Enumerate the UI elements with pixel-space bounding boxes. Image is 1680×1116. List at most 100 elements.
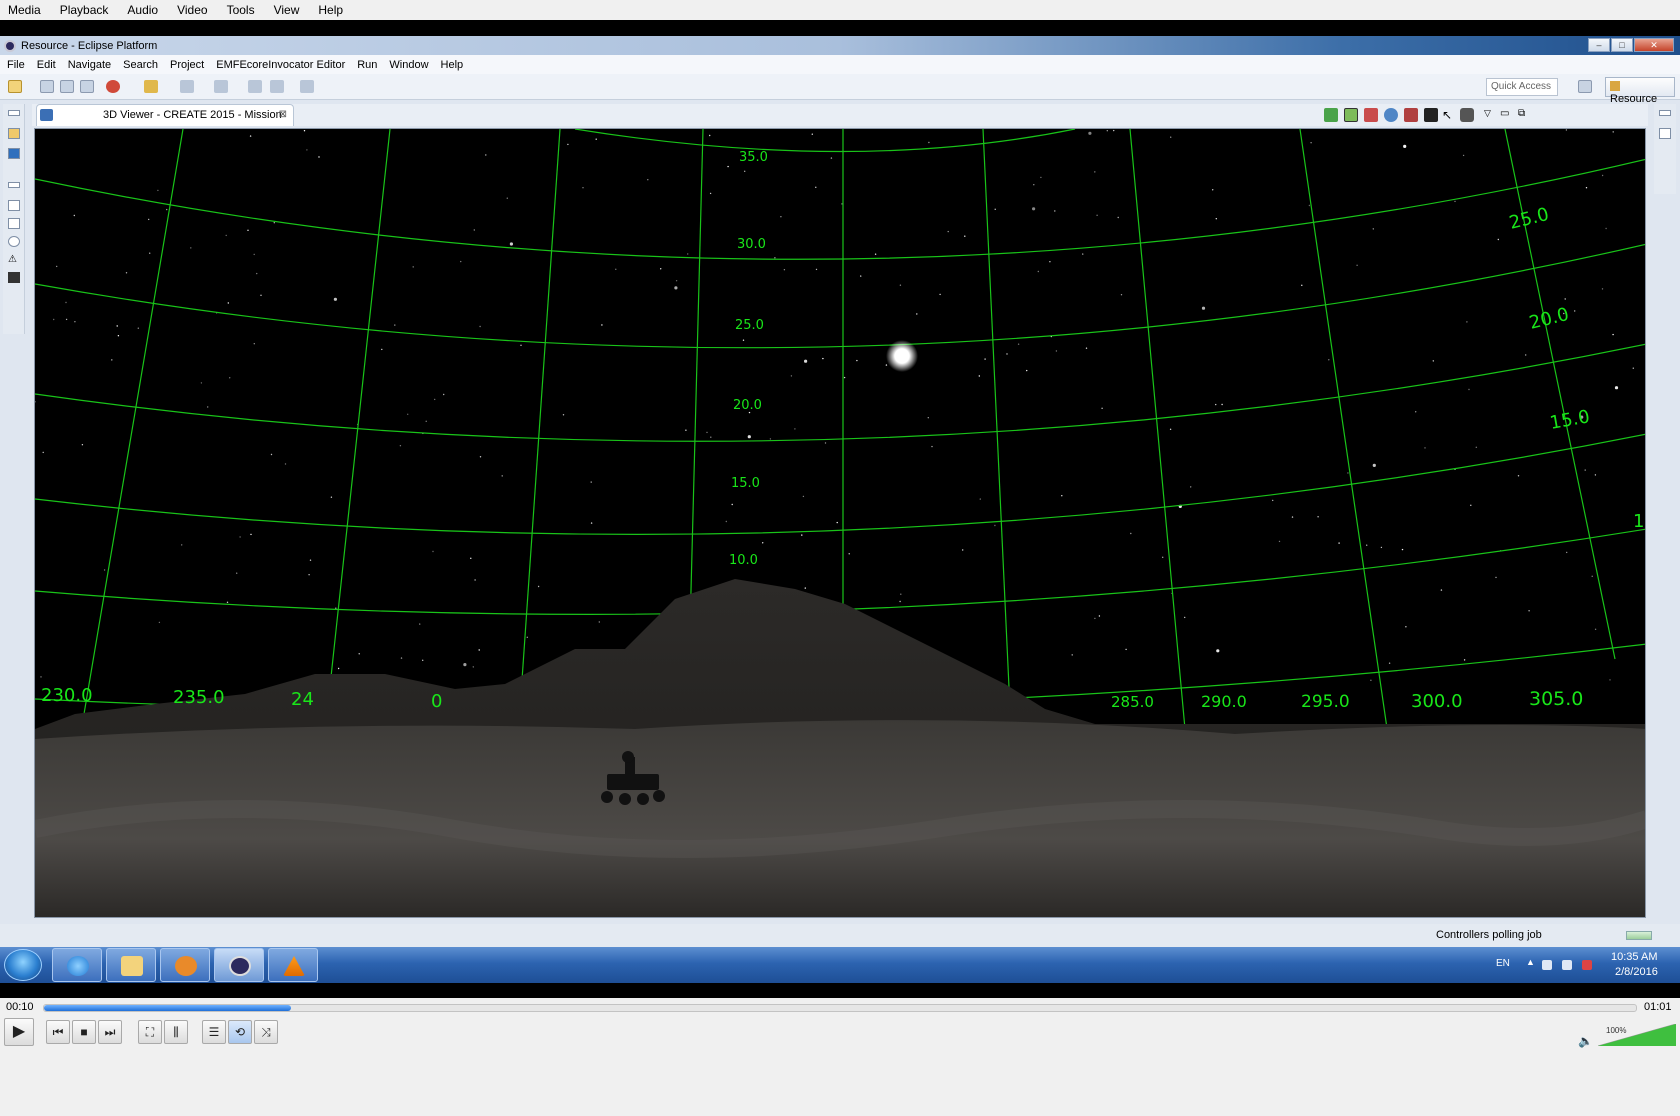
star (674, 286, 678, 290)
job-progress-icon[interactable] (1626, 931, 1652, 940)
star (40, 676, 42, 678)
volume-slider[interactable] (1598, 1024, 1676, 1046)
print-icon[interactable] (80, 80, 94, 93)
menu-search[interactable]: Search (123, 59, 158, 71)
vlc-menu-help[interactable]: Help (318, 3, 343, 17)
star (1574, 310, 1576, 312)
star (824, 442, 827, 444)
quick-access-field[interactable]: Quick Access (1486, 78, 1558, 96)
minimize-button[interactable]: – (1588, 38, 1610, 52)
grid-toggle-icon[interactable] (1404, 108, 1418, 122)
menu-window[interactable]: Window (389, 59, 428, 71)
restore-icon[interactable] (8, 110, 20, 116)
terminal-icon[interactable] (1424, 108, 1438, 122)
last-edit-icon[interactable] (248, 80, 262, 93)
save-all-icon[interactable] (60, 80, 74, 93)
menu-help[interactable]: Help (441, 59, 464, 71)
star (1169, 428, 1172, 430)
shuffle-button[interactable]: ⤨ (254, 1020, 278, 1044)
taskbar-file-explorer[interactable] (106, 948, 156, 982)
star (1632, 367, 1635, 369)
menu-navigate[interactable]: Navigate (68, 59, 111, 71)
extended-settings-button[interactable]: ⫼ (164, 1020, 188, 1044)
star (1272, 499, 1274, 502)
save-icon[interactable] (40, 80, 54, 93)
vlc-menu-audio[interactable]: Audio (127, 3, 158, 17)
project-explorer-icon[interactable] (8, 128, 20, 139)
star (506, 197, 508, 199)
vlc-menu-video[interactable]: Video (177, 3, 207, 17)
clock-date[interactable]: 2/8/2016 (1615, 966, 1658, 978)
tab-3d-viewer[interactable]: 3D Viewer - CREATE 2015 - Mission ⊠ (36, 104, 294, 126)
star (762, 542, 764, 544)
menu-project[interactable]: Project (170, 59, 204, 71)
new-icon[interactable] (8, 80, 22, 93)
network-icon[interactable] (1562, 960, 1572, 970)
vlc-menu-playback[interactable]: Playback (60, 3, 109, 17)
stop-button[interactable]: ■ (72, 1020, 96, 1044)
progress-icon[interactable] (8, 236, 20, 247)
vlc-menu-tools[interactable]: Tools (227, 3, 255, 17)
taskbar-eclipse[interactable] (214, 948, 264, 982)
outline-icon[interactable] (8, 148, 20, 159)
tree-view-icon[interactable] (8, 200, 20, 211)
taskbar-internet-explorer[interactable] (52, 948, 102, 982)
previous-button[interactable]: ⏮ (46, 1020, 70, 1044)
perspective-resource-button[interactable]: Resource (1605, 77, 1675, 105)
hierarchy-icon[interactable] (8, 272, 20, 283)
playlist-button[interactable]: ☰ (202, 1020, 226, 1044)
status-job-text: Controllers polling job (1436, 929, 1542, 941)
zoom-icon[interactable] (1384, 108, 1398, 122)
tasks-icon[interactable] (1659, 128, 1671, 139)
sync-icon[interactable] (1324, 108, 1338, 122)
vlc-menu-media[interactable]: Media (8, 3, 41, 17)
maximize-view-icon[interactable]: ⧉ (1518, 108, 1532, 122)
menu-file[interactable]: File (7, 59, 25, 71)
restore-icon[interactable] (8, 182, 20, 188)
3d-viewer-canvas[interactable]: 35.0 30.0 25.0 20.0 15.0 10.0 25.0 20.0 … (34, 128, 1646, 918)
problems-icon[interactable]: ⚠ (8, 254, 20, 265)
star (1094, 617, 1096, 620)
camera-icon[interactable] (1460, 108, 1474, 122)
vlc-menu-view[interactable]: View (274, 3, 300, 17)
menu-emfecoreinvocator-editor[interactable]: EMFEcoreInvocator Editor (216, 59, 345, 71)
language-indicator[interactable]: EN (1496, 958, 1510, 969)
properties-icon[interactable] (8, 218, 20, 229)
loop-button[interactable]: ⟲ (228, 1020, 252, 1044)
view-menu-icon[interactable]: ▽ (1484, 108, 1498, 122)
maximize-button[interactable]: □ (1611, 38, 1633, 52)
volume-muted-icon[interactable] (1582, 960, 1592, 970)
taskbar-media-player[interactable] (160, 948, 210, 982)
start-button[interactable] (4, 949, 42, 981)
chart-icon[interactable] (1364, 108, 1378, 122)
menu-run[interactable]: Run (357, 59, 377, 71)
show-hidden-icons-icon[interactable]: ▲ (1526, 957, 1535, 967)
seek-bar[interactable] (43, 1004, 1637, 1012)
menu-edit[interactable]: Edit (37, 59, 56, 71)
restore-icon[interactable] (1659, 110, 1671, 116)
speaker-icon[interactable]: 🔈 (1578, 1034, 1593, 1048)
star (1470, 504, 1472, 506)
run-icon[interactable] (106, 80, 120, 93)
next-annotation-icon[interactable] (180, 80, 194, 93)
star (260, 294, 262, 296)
fullscreen-button[interactable]: ⛶ (138, 1020, 162, 1044)
star (1594, 474, 1597, 476)
action-center-icon[interactable] (1542, 960, 1552, 970)
play-button[interactable]: ▶ (4, 1018, 34, 1046)
cursor-icon[interactable]: ↖ (1442, 108, 1456, 122)
clock-time[interactable]: 10:35 AM (1611, 951, 1657, 963)
next-button[interactable]: ⏭ (98, 1020, 122, 1044)
back-icon[interactable] (270, 80, 284, 93)
minimize-view-icon[interactable]: ▭ (1500, 108, 1514, 122)
star (1366, 544, 1368, 546)
open-perspective-icon[interactable] (1578, 80, 1592, 93)
star (1475, 446, 1478, 448)
taskbar-vlc[interactable] (268, 948, 318, 982)
prev-annotation-icon[interactable] (214, 80, 228, 93)
layers-icon[interactable] (1344, 108, 1358, 122)
close-button[interactable]: ✕ (1634, 38, 1674, 52)
forward-icon[interactable] (300, 80, 314, 93)
search-tool-icon[interactable] (144, 80, 158, 93)
tab-close-icon[interactable]: ⊠ (279, 109, 287, 120)
